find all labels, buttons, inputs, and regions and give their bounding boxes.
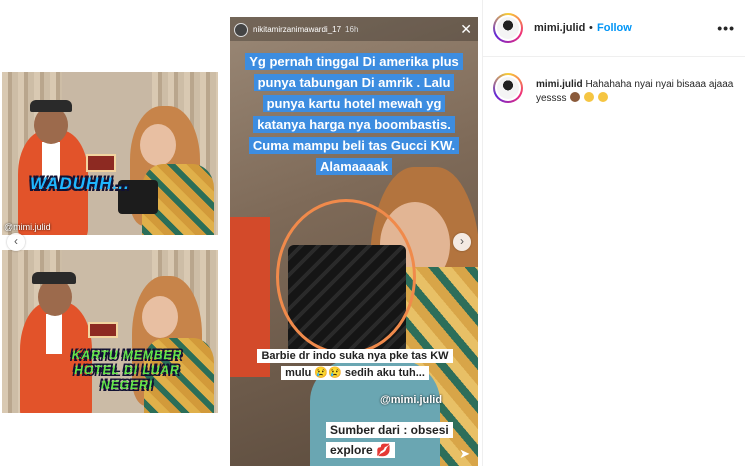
woman-face	[142, 296, 178, 338]
smiling-face-icon	[597, 92, 608, 102]
story-text-line: punya tabungan Di amrik . Lalu	[253, 74, 455, 91]
story-watermark: @mimi.julid	[380, 394, 443, 406]
story-username: nikitamirzanimawardi_17 16h	[253, 25, 358, 34]
story-caption-line: mulu 😢😢 sedih aku tuh...	[281, 366, 429, 380]
profile-picture	[497, 77, 519, 99]
caption-line-2: HOTEL DI LUAR NEGERI	[74, 363, 180, 392]
separator-dot: •	[589, 22, 593, 34]
post-header: mimi.julid • Follow •••	[483, 0, 745, 57]
monkey-face-icon	[570, 92, 581, 102]
profile-picture	[497, 17, 519, 39]
watermark: @mimi.julid	[4, 222, 51, 232]
story-header: nikitamirzanimawardi_17 16h ✕	[230, 17, 478, 41]
story-caption-line: Barbie dr indo suka nya pke tas KW	[257, 349, 453, 363]
shirt	[46, 314, 62, 354]
more-horizontal-icon[interactable]: •••	[717, 20, 735, 36]
instagram-post: WADUHH... @mimi.julid KARTU MEMBER HOTEL…	[0, 0, 745, 466]
story-avatar	[234, 23, 248, 37]
story-text-line: Alamaaaak	[316, 158, 392, 175]
post-sidebar: mimi.julid • Follow ••• mimi.julid Hahah…	[482, 0, 745, 466]
comment-username[interactable]: mimi.julid	[536, 79, 583, 90]
hat	[32, 272, 76, 284]
woman-face	[140, 124, 176, 166]
image-panel-kartu-member: KARTU MEMBER HOTEL DI LUAR NEGERI	[2, 250, 218, 413]
header-username[interactable]: mimi.julid	[534, 22, 585, 34]
follow-button[interactable]: Follow	[597, 22, 632, 34]
panel-caption-kartu-member: KARTU MEMBER HOTEL DI LUAR NEGERI	[62, 348, 192, 393]
post-media[interactable]: WADUHH... @mimi.julid KARTU MEMBER HOTEL…	[0, 0, 482, 466]
close-icon[interactable]: ✕	[460, 21, 472, 38]
story-username-text: nikitamirzanimawardi_17	[253, 25, 342, 34]
panel-caption-waduhh: WADUHH...	[30, 174, 130, 193]
story-source-text: Sumber dari : obsesi explore 💋	[326, 420, 453, 460]
story-text-line: punya kartu hotel mewah yg	[262, 95, 446, 112]
avatar[interactable]	[493, 13, 523, 43]
post-caption-comment: mimi.julid Hahahaha nyai nyai bisaaa aja…	[536, 78, 736, 106]
send-icon[interactable]: ➤	[459, 446, 470, 462]
highlight-circle	[276, 199, 416, 355]
story-source-line: explore 💋	[326, 442, 395, 458]
story-screenshot: nikitamirzanimawardi_17 16h ✕ Yg pernah t…	[230, 17, 478, 466]
story-text-block: Yg pernah tinggal Di amerika plus punya …	[236, 51, 472, 177]
story-text-line: Cuma mampu beli tas Gucci KW.	[248, 137, 460, 154]
laughing-face-icon	[584, 92, 595, 102]
image-panel-waduhh: WADUHH... @mimi.julid	[2, 72, 218, 235]
caption-line-1: KARTU MEMBER	[71, 348, 183, 362]
hat	[30, 100, 72, 112]
gift-box	[86, 154, 116, 172]
comment-avatar[interactable]	[493, 73, 523, 103]
story-source-line: Sumber dari : obsesi	[326, 422, 453, 438]
gift-box	[88, 322, 118, 338]
story-time: 16h	[345, 25, 359, 34]
story-text-line: katanya harga nya boombastis.	[253, 116, 455, 133]
story-caption-barbie: Barbie dr indo suka nya pke tas KW mulu …	[240, 348, 470, 382]
carousel-next-button[interactable]: ›	[453, 233, 471, 251]
story-text-line: Yg pernah tinggal Di amerika plus	[245, 53, 463, 70]
carousel-prev-button[interactable]: ‹	[7, 233, 25, 251]
